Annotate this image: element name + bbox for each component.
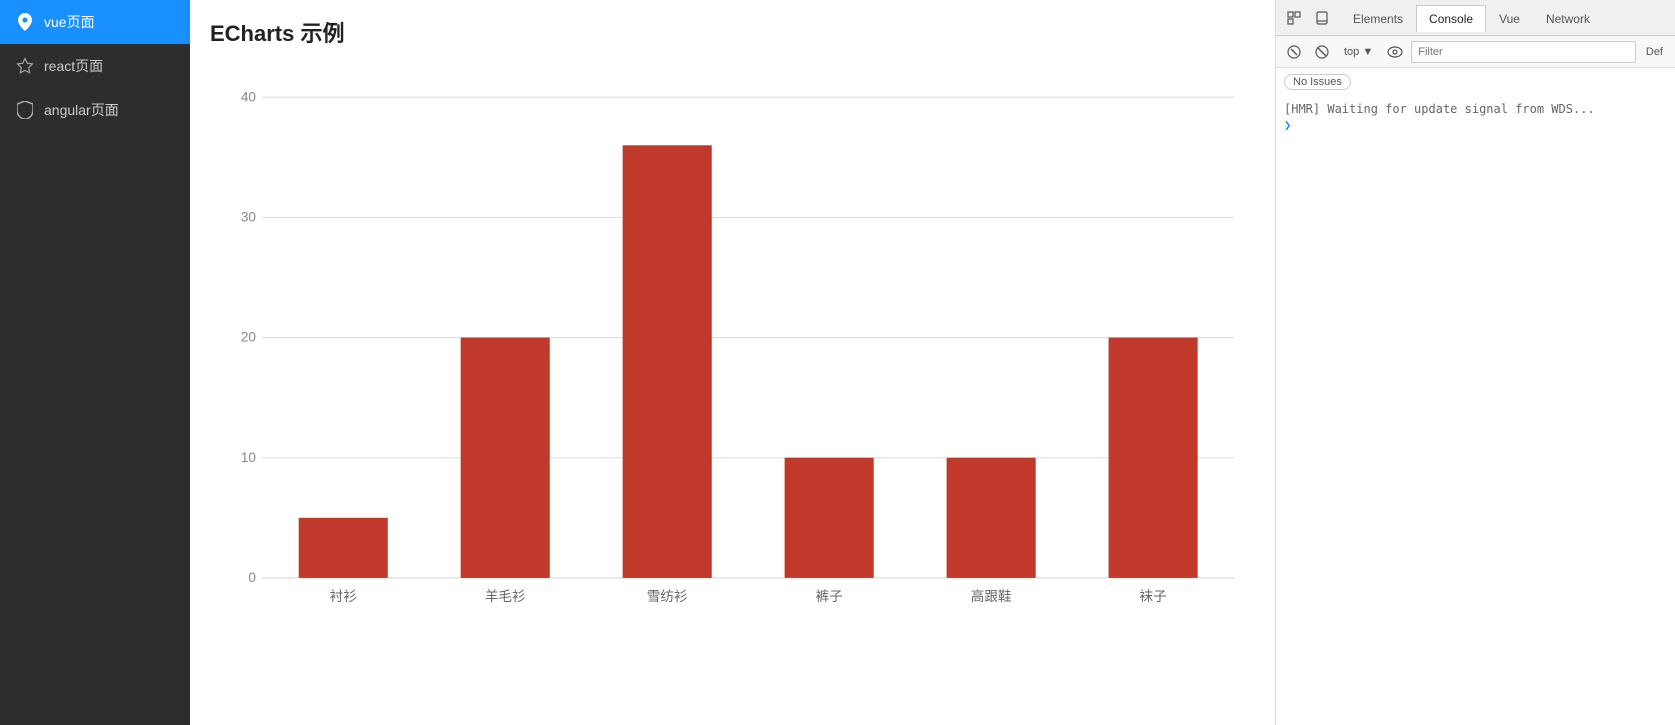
tab-console[interactable]: Console — [1416, 5, 1486, 32]
clear-console-icon[interactable] — [1282, 40, 1306, 64]
device-icon[interactable] — [1310, 6, 1334, 30]
chart-svg: 0 10 20 30 40 衬衫 羊毛衫 雪纺衫 裤子 高跟鞋 袜子 — [210, 68, 1255, 628]
svg-text:40: 40 — [241, 89, 257, 104]
location-pin-icon — [16, 13, 34, 31]
devtools-toolbar: top ▼ Def — [1276, 36, 1675, 68]
sidebar: vue页面 react页面 angular页面 — [0, 0, 190, 725]
svg-text:10: 10 — [241, 450, 257, 465]
no-issues-row: No Issues — [1276, 68, 1675, 96]
no-issues-badge[interactable]: No Issues — [1284, 74, 1351, 90]
shield-icon — [16, 101, 34, 119]
svg-text:0: 0 — [248, 570, 256, 585]
console-output: [HMR] Waiting for update signal from WDS… — [1276, 96, 1675, 136]
sidebar-item-angular[interactable]: angular页面 — [0, 88, 190, 132]
sidebar-item-vue-label: vue页面 — [44, 12, 95, 32]
main-content: ECharts 示例 0 10 20 30 40 衬衫 羊毛衫 雪纺衫 裤子 高跟鞋 袜子 — [190, 0, 1275, 725]
svg-text:袜子: 袜子 — [1140, 589, 1167, 604]
tab-network[interactable]: Network — [1533, 5, 1603, 32]
sidebar-item-react-label: react页面 — [44, 56, 103, 76]
svg-text:高跟鞋: 高跟鞋 — [971, 588, 1012, 604]
block-icon[interactable] — [1310, 40, 1334, 64]
filter-input[interactable] — [1411, 41, 1636, 63]
tab-elements[interactable]: Elements — [1340, 5, 1416, 32]
devtools-panel: Elements Console Vue Network top ▼ Def N… — [1275, 0, 1675, 725]
devtools-icon-group — [1276, 6, 1340, 30]
chart-area: 0 10 20 30 40 衬衫 羊毛衫 雪纺衫 裤子 高跟鞋 袜子 — [210, 58, 1255, 709]
star-icon — [16, 57, 34, 75]
svg-text:20: 20 — [241, 330, 257, 345]
svg-text:裤子: 裤子 — [816, 589, 843, 604]
sidebar-item-angular-label: angular页面 — [44, 100, 119, 120]
svg-text:30: 30 — [241, 210, 257, 225]
svg-text:羊毛衫: 羊毛衫 — [485, 589, 526, 604]
sidebar-item-react[interactable]: react页面 — [0, 44, 190, 88]
page-title: ECharts 示例 — [210, 16, 1255, 48]
tab-vue[interactable]: Vue — [1486, 5, 1533, 32]
top-selector[interactable]: top ▼ — [1338, 44, 1379, 60]
bar-chart: 0 10 20 30 40 衬衫 羊毛衫 雪纺衫 裤子 高跟鞋 袜子 — [210, 68, 1255, 628]
svg-text:衬衫: 衬衫 — [330, 589, 357, 604]
eye-icon[interactable] — [1383, 40, 1407, 64]
console-message-0: [HMR] Waiting for update signal from WDS… — [1284, 100, 1667, 118]
sidebar-item-vue[interactable]: vue页面 — [0, 0, 190, 44]
def-button[interactable]: Def — [1640, 44, 1669, 60]
inspect-icon[interactable] — [1282, 6, 1306, 30]
svg-text:雪纺衫: 雪纺衫 — [647, 589, 688, 604]
console-prompt[interactable]: ❯ — [1284, 118, 1667, 132]
